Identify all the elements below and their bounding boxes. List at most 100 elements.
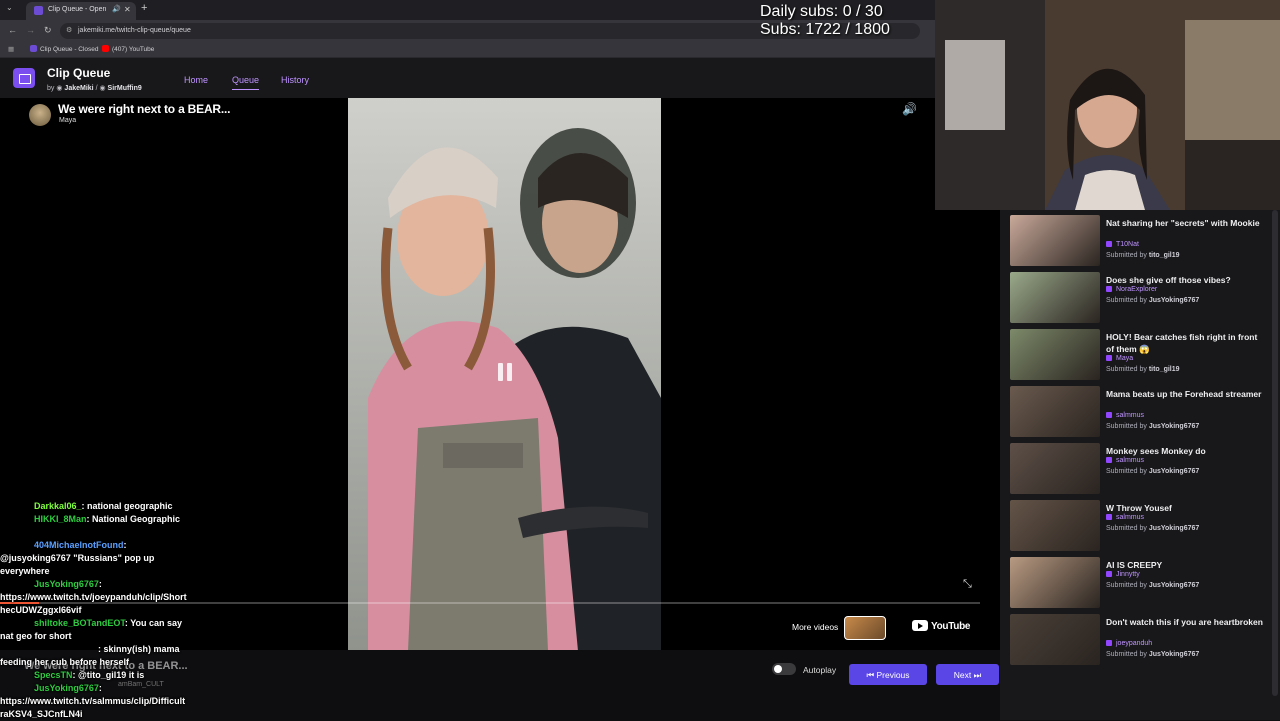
queue-item-author[interactable]: T10Nat — [1106, 241, 1139, 248]
bookmark-clip-queue[interactable]: Clip Queue - Closed — [30, 45, 99, 53]
url-text: jakemiki.me/twitch-clip-queue/queue — [78, 27, 191, 34]
queue-item-submitter: Submitted by JusYoking6767 — [1106, 297, 1200, 304]
chat-text: : — [123, 540, 127, 550]
queue-item-author[interactable]: joeypanduh — [1106, 640, 1152, 647]
queue-item-thumbnail[interactable] — [1010, 500, 1100, 551]
queue-item[interactable]: Nat sharing her "secrets" with Mookie T10… — [1000, 210, 1270, 267]
queue-item-author[interactable]: salmmus — [1106, 412, 1144, 419]
chat-username[interactable]: 404MichaelnotFound — [34, 540, 124, 550]
queue-item-author[interactable]: salmmus — [1106, 514, 1144, 521]
new-tab-button[interactable]: + — [141, 2, 147, 14]
next-button[interactable]: Next ⏭ — [936, 664, 999, 685]
forward-icon[interactable]: → — [26, 25, 35, 35]
clip-author[interactable]: Maya — [59, 117, 76, 124]
queue-item-author[interactable]: Maya — [1106, 355, 1133, 362]
chat-message: 404MichaelnotFound: — [0, 539, 127, 552]
queue-item-thumbnail[interactable] — [1010, 557, 1100, 608]
reload-icon[interactable]: ↻ — [44, 25, 52, 36]
queue-item-submitter: Submitted by JusYoking6767 — [1106, 582, 1200, 589]
previous-icon: ⏮ — [866, 670, 877, 680]
queue-item-author[interactable]: NoraExplorer — [1106, 286, 1157, 293]
chat-message: HIKKI_8Man: National Geographic — [0, 513, 180, 526]
clip-title[interactable]: We were right next to a BEAR... — [58, 102, 230, 116]
queue-item-title: Mama beats up the Forehead streamer — [1106, 389, 1262, 399]
chat-text: @jusyoking6767 "Russians" pop up — [0, 553, 155, 563]
chat-username[interactable]: shiltoke_BOTandEOT — [34, 618, 125, 628]
queue-item[interactable]: Mama beats up the Forehead streamer salmm… — [1000, 381, 1270, 438]
clip-author-avatar[interactable] — [29, 104, 51, 126]
chat-message: shiltoke_BOTandEOT: You can say — [0, 617, 182, 630]
queue-item[interactable]: W Throw Yousef salmmus Submitted by JusYok… — [1000, 495, 1270, 552]
chat-message: hecUDWZggxl66vif — [0, 604, 82, 617]
chat-username[interactable]: JusYoking6767 — [34, 579, 99, 589]
close-tab-icon[interactable]: ✕ — [124, 5, 131, 14]
chat-text: : — [98, 579, 102, 589]
subs-overlay: Daily subs: 0 / 30 Subs: 1722 / 1800 — [760, 3, 890, 39]
queue-item[interactable]: HOLY! Bear catches fish right in front o… — [1000, 324, 1270, 381]
youtube-favicon-icon — [102, 45, 109, 52]
nav-home[interactable]: Home — [184, 75, 208, 85]
queue-item-thumbnail[interactable] — [1010, 329, 1100, 380]
chat-username[interactable]: Darkkal06_ — [34, 501, 82, 511]
queue-item-thumbnail[interactable] — [1010, 614, 1100, 665]
queue-item-title: AI IS CREEPY — [1106, 560, 1163, 570]
tab-list-icon[interactable]: ⌄ — [6, 3, 13, 12]
github-icon: ◉ — [56, 85, 63, 92]
clip-queue-favicon-icon — [30, 45, 37, 52]
nav-queue[interactable]: Queue — [232, 75, 260, 90]
chat-text: nat geo for short — [0, 631, 72, 641]
chat-message: https://www.twitch.tv/joeypanduh/clip/Sh… — [0, 591, 187, 604]
chat-message: nat geo for short — [0, 630, 72, 643]
chat-username[interactable]: HIKKI_8Man — [34, 514, 87, 524]
queue-item[interactable]: AI IS CREEPY Jinnytty Submitted by JusYoki… — [1000, 552, 1270, 609]
queue-item-thumbnail[interactable] — [1010, 215, 1100, 266]
apps-icon[interactable]: ▦ — [8, 45, 14, 53]
queue-item-submitter: Submitted by JusYoking6767 — [1106, 468, 1200, 475]
more-videos-label[interactable]: More videos — [792, 622, 838, 632]
nav-history[interactable]: History — [281, 75, 309, 85]
queue-item[interactable]: Monkey sees Monkey do salmmus Submitted by… — [1000, 438, 1270, 495]
fullscreen-icon[interactable]: ⤡ — [963, 578, 972, 591]
webcam-feed — [935, 0, 1280, 210]
daily-subs-counter: Daily subs: 0 / 30 — [760, 3, 883, 20]
site-info-icon[interactable]: ⚙ — [66, 26, 72, 34]
chat-text: raKSV4_SJCnfLN4i — [0, 709, 83, 719]
webcam-image — [935, 0, 1280, 210]
more-videos-thumbnail[interactable] — [844, 616, 886, 640]
tv-logo-icon[interactable] — [13, 68, 35, 88]
chat-message: JusYoking6767: — [0, 682, 102, 695]
queue-item[interactable]: Don't watch this if you are heartbroken j… — [1000, 609, 1270, 666]
bookmark-youtube[interactable]: (407) YouTube — [102, 45, 154, 53]
volume-icon[interactable]: 🔊 — [902, 102, 917, 116]
author-link-jakemiki[interactable]: JakeMiki — [64, 85, 93, 92]
chat-message: @jusyoking6767 "Russians" pop up — [0, 552, 154, 565]
chat-text: : — [98, 683, 102, 693]
chat-text: : @tito_gil19 it is — [72, 670, 145, 680]
queue-item-author[interactable]: salmmus — [1106, 457, 1144, 464]
queue-item-submitter: Submitted by JusYoking6767 — [1106, 525, 1200, 532]
pause-icon[interactable] — [497, 363, 513, 381]
chat-message: raKSV4_SJCnfLN4i — [0, 708, 83, 721]
queue-item-thumbnail[interactable] — [1010, 272, 1100, 323]
twitch-icon: ◉ — [99, 85, 106, 92]
previous-button[interactable]: ⏮ Previous — [849, 664, 927, 685]
youtube-logo[interactable]: YouTube — [912, 620, 971, 632]
chat-username[interactable]: JusYoking6767 — [34, 683, 99, 693]
chat-message: Darkkal06_: national geographic — [0, 500, 173, 513]
app-header: Clip Queue by ◉ JakeMiki / ◉ SirMuffin9 … — [0, 58, 935, 98]
queue-item-title: W Throw Yousef — [1106, 503, 1172, 513]
chat-message: feeding her cub before herself — [0, 656, 129, 669]
queue-item-title: Nat sharing her "secrets" with Mookie — [1106, 218, 1260, 228]
chat-username[interactable]: SpecsTN — [34, 670, 73, 680]
author-link-sirmuffin[interactable]: SirMuffin9 — [108, 85, 142, 92]
back-icon[interactable]: ← — [8, 25, 17, 35]
queue-item-author[interactable]: Jinnytty — [1106, 571, 1140, 578]
queue-item-thumbnail[interactable] — [1010, 443, 1100, 494]
queue-item-thumbnail[interactable] — [1010, 386, 1100, 437]
chat-message: : skinny(ish) mama — [0, 643, 180, 656]
browser-tab-active[interactable]: Clip Queue - Open 🔊 ✕ — [26, 2, 136, 20]
tab-audio-icon[interactable]: 🔊 — [112, 5, 121, 13]
autoplay-toggle[interactable] — [772, 663, 796, 675]
queue-item[interactable]: Does she give off those vibes? NoraExplor… — [1000, 267, 1270, 324]
queue-scrollbar[interactable] — [1272, 210, 1278, 696]
